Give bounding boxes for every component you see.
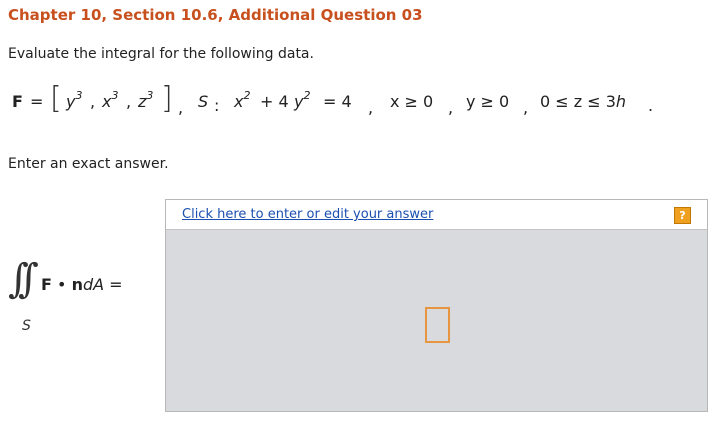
bracket-open: [ [50,81,62,116]
condition-y: y ≥ 0 [466,92,510,111]
colon: : [214,96,220,115]
surface-label: S [198,92,209,111]
condition-z: 0 ≤ z ≤ 3h [540,92,627,111]
end-period: . [648,96,654,115]
answer-box: Click here to enter or edit your answer … [165,199,708,412]
component-1: y3 [66,89,83,111]
comma: , [368,98,374,117]
integral-sign-icon: ∫ [18,256,39,302]
answer-header: Click here to enter or edit your answer … [166,200,707,229]
edit-answer-link[interactable]: Click here to enter or edit your answer [182,207,433,222]
answer-placeholder[interactable] [425,307,450,343]
eq-rhs: = 4 [323,92,352,111]
answer-input-area[interactable] [166,229,707,411]
equals-sign: = [30,92,44,111]
component-2: x3 [102,89,119,111]
problem-math: F = [ y3 , x3 , z3 ] , S : x2 + 4 y2 = 4… [8,82,714,122]
comma: , [90,92,96,111]
comma: , [178,98,184,117]
component-3: z3 [138,89,154,111]
integral-expression: F • ndA = [41,275,123,294]
help-icon[interactable]: ? [674,207,691,224]
bracket-close: ] [161,81,173,116]
comma: , [126,92,132,111]
eq-y-term: y2 [294,89,311,111]
problem-prompt: Evaluate the integral for the following … [8,46,314,62]
instruction-text: Enter an exact answer. [8,156,169,172]
page-title: Chapter 10, Section 10.6, Additional Que… [8,6,423,24]
eq-plus: + 4 [260,92,289,111]
eq-x-term: x2 [234,89,251,111]
comma: , [523,98,529,117]
integral-subscript: S [22,318,31,334]
surface-integral: ∫ ∫ S F • ndA = [8,256,168,346]
comma: , [448,98,454,117]
condition-x: x ≥ 0 [390,92,434,111]
vector-field-symbol: F [12,92,23,111]
